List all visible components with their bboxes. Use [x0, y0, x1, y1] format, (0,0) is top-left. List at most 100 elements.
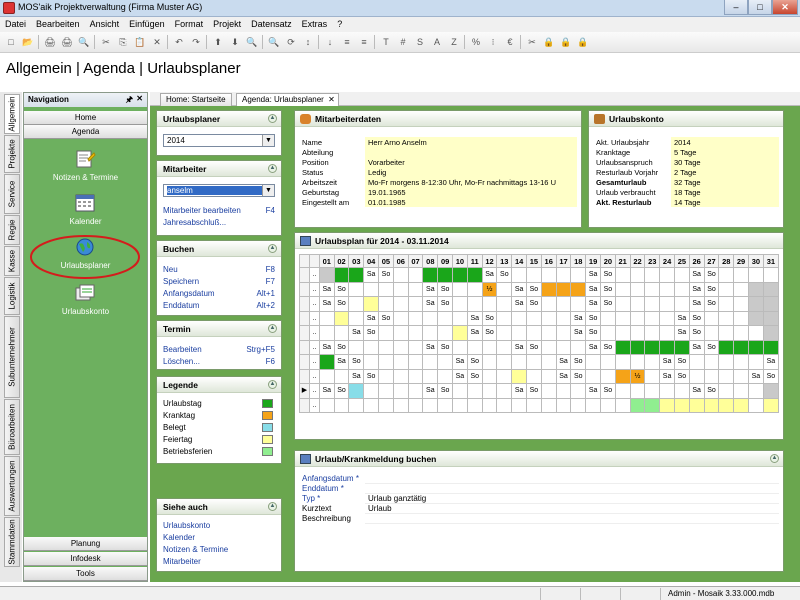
- toolbar-button[interactable]: ↕: [301, 35, 315, 49]
- day-cell[interactable]: [629, 267, 646, 283]
- form-input[interactable]: [365, 513, 779, 524]
- day-cell[interactable]: [747, 339, 764, 355]
- pin-icon[interactable]: 🖈: [126, 94, 133, 108]
- day-cell[interactable]: [644, 267, 661, 283]
- day-cell[interactable]: [600, 354, 616, 370]
- chevron-down-icon[interactable]: ▼: [262, 135, 274, 146]
- toolbar-button[interactable]: ↓: [323, 35, 337, 49]
- toolbar-button[interactable]: ≡: [357, 35, 371, 49]
- day-cell[interactable]: Sa: [422, 281, 439, 297]
- day-cell[interactable]: [407, 368, 424, 384]
- day-cell[interactable]: Sa: [585, 281, 601, 297]
- side-tab[interactable]: Kasse: [4, 246, 20, 276]
- day-cell[interactable]: [614, 281, 631, 297]
- day-cell[interactable]: [555, 397, 572, 413]
- notes-icon[interactable]: [74, 149, 96, 169]
- day-cell[interactable]: [540, 383, 557, 399]
- day-cell[interactable]: So: [688, 310, 705, 326]
- day-cell[interactable]: Sa: [511, 339, 528, 355]
- nav-button-agenda[interactable]: Agenda: [24, 125, 147, 139]
- day-cell[interactable]: So: [703, 281, 720, 297]
- toolbar-button[interactable]: ↶: [172, 35, 186, 49]
- toolbar-button[interactable]: □: [4, 35, 18, 49]
- day-cell[interactable]: [348, 397, 365, 413]
- day-cell[interactable]: [363, 397, 380, 413]
- toolbar-button[interactable]: ↷: [189, 35, 203, 49]
- toolbar-button[interactable]: 📂: [21, 35, 35, 49]
- day-cell[interactable]: [540, 354, 557, 370]
- day-cell[interactable]: [688, 368, 705, 384]
- see-also-link[interactable]: Kalender: [163, 533, 275, 543]
- day-cell[interactable]: [644, 310, 661, 326]
- day-cell[interactable]: [496, 354, 513, 370]
- menu-item[interactable]: Ansicht: [85, 17, 125, 29]
- day-cell[interactable]: Sa: [422, 339, 439, 355]
- day-cell[interactable]: So: [378, 310, 394, 326]
- day-cell[interactable]: Sa: [348, 325, 365, 341]
- day-cell[interactable]: [392, 296, 409, 312]
- day-cell[interactable]: Sa: [318, 383, 335, 399]
- menu-item[interactable]: ?: [332, 17, 347, 29]
- day-cell[interactable]: [348, 310, 365, 326]
- day-cell[interactable]: Sa: [422, 296, 439, 312]
- day-cell[interactable]: [673, 383, 690, 399]
- day-cell[interactable]: Sa: [318, 296, 335, 312]
- day-cell[interactable]: [437, 310, 454, 326]
- toolbar-button[interactable]: #: [396, 35, 410, 49]
- day-cell[interactable]: [629, 310, 646, 326]
- day-cell[interactable]: [318, 354, 335, 370]
- menu-item[interactable]: Projekt: [208, 17, 246, 29]
- maximize-button[interactable]: □: [748, 0, 772, 15]
- day-cell[interactable]: So: [437, 281, 454, 297]
- day-cell[interactable]: [747, 397, 764, 413]
- form-input[interactable]: Urlaub ganztätig: [365, 493, 779, 504]
- day-cell[interactable]: [496, 368, 513, 384]
- day-cell[interactable]: So: [526, 339, 542, 355]
- action-link[interactable]: Anfangsdatum Alt+1: [163, 289, 275, 299]
- day-cell[interactable]: [378, 296, 394, 312]
- day-cell[interactable]: [659, 267, 675, 283]
- day-cell[interactable]: [392, 267, 409, 283]
- see-also-link[interactable]: Notizen & Termine: [163, 545, 275, 555]
- day-cell[interactable]: [407, 281, 424, 297]
- day-cell[interactable]: [496, 383, 513, 399]
- action-link[interactable]: Speichern F7: [163, 277, 275, 287]
- day-cell[interactable]: [570, 267, 587, 283]
- day-cell[interactable]: [511, 397, 528, 413]
- calendar-icon[interactable]: [74, 193, 96, 213]
- day-cell[interactable]: Sa: [452, 368, 468, 384]
- day-cell[interactable]: [762, 281, 780, 297]
- day-cell[interactable]: [526, 310, 542, 326]
- day-cell[interactable]: [526, 397, 542, 413]
- day-cell[interactable]: [437, 368, 454, 384]
- day-cell[interactable]: [318, 368, 335, 384]
- day-cell[interactable]: [526, 325, 542, 341]
- day-cell[interactable]: Sa: [585, 339, 601, 355]
- day-cell[interactable]: [378, 339, 394, 355]
- day-cell[interactable]: [363, 296, 380, 312]
- nav-button-home[interactable]: Home: [24, 111, 147, 125]
- day-cell[interactable]: [585, 397, 601, 413]
- day-cell[interactable]: So: [378, 267, 394, 283]
- day-cell[interactable]: [333, 267, 350, 283]
- day-cell[interactable]: [555, 325, 572, 341]
- day-cell[interactable]: [348, 339, 365, 355]
- day-cell[interactable]: So: [585, 325, 601, 341]
- day-cell[interactable]: [570, 296, 587, 312]
- day-cell[interactable]: [348, 383, 365, 399]
- day-cell[interactable]: [555, 267, 572, 283]
- day-cell[interactable]: [555, 339, 572, 355]
- day-cell[interactable]: Sa: [511, 383, 528, 399]
- day-cell[interactable]: [733, 397, 749, 413]
- nav-button-infodesk[interactable]: Infodesk: [24, 552, 147, 566]
- day-cell[interactable]: [614, 325, 631, 341]
- day-cell[interactable]: [540, 296, 557, 312]
- day-cell[interactable]: Sa: [570, 310, 587, 326]
- day-cell[interactable]: So: [600, 339, 616, 355]
- day-cell[interactable]: So: [348, 354, 365, 370]
- day-cell[interactable]: [659, 397, 675, 413]
- day-cell[interactable]: [392, 281, 409, 297]
- day-cell[interactable]: [644, 383, 661, 399]
- day-cell[interactable]: So: [363, 325, 380, 341]
- link-label[interactable]: Neu: [163, 265, 178, 274]
